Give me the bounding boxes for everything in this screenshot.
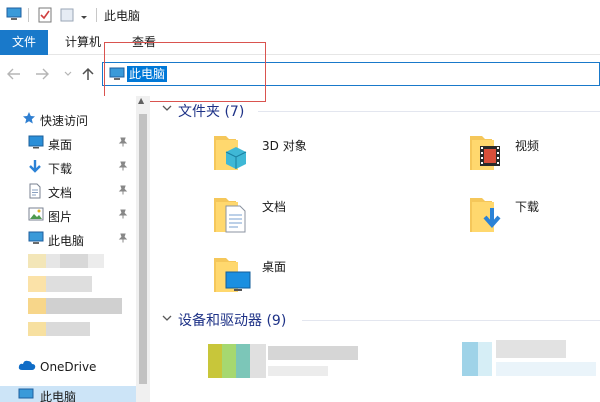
separator xyxy=(28,8,29,22)
obscured-drive-item[interactable] xyxy=(208,342,368,382)
folders-group-header[interactable]: 文件夹 (7) xyxy=(178,101,244,121)
desktop-folder-icon xyxy=(214,258,251,292)
recent-locations-chevron-icon[interactable] xyxy=(60,66,76,82)
sidebar-item-label: OneDrive xyxy=(40,360,97,374)
3d-objects-folder-icon xyxy=(214,136,247,170)
navigation-pane: 快速访问 桌面 下载 文档 图片 此电脑 OneDrive 此电脑 xyxy=(0,96,150,402)
scroll-up-arrow-icon[interactable]: ▲ xyxy=(138,96,144,105)
sidebar-item-this-pc[interactable]: 此电脑 xyxy=(0,386,136,402)
sidebar-item-label: 图片 xyxy=(48,210,73,224)
address-path-text[interactable]: 此电脑 xyxy=(127,66,168,82)
sidebar-item-pictures[interactable]: 图片 xyxy=(0,204,136,226)
forward-arrow-icon[interactable] xyxy=(34,66,50,82)
pin-icon[interactable] xyxy=(118,209,128,222)
folder-videos[interactable] xyxy=(468,130,508,170)
folder-documents[interactable] xyxy=(212,192,252,233)
obscured-drive-item[interactable] xyxy=(462,338,600,382)
this-pc-icon xyxy=(18,388,34,402)
pin-icon[interactable] xyxy=(118,161,128,174)
documents-folder-icon xyxy=(214,198,246,233)
collapse-chevron-icon[interactable] xyxy=(162,104,172,115)
pin-icon[interactable] xyxy=(118,185,128,198)
folder-label: 文档 xyxy=(262,200,287,214)
group-divider xyxy=(302,320,600,321)
videos-folder-icon xyxy=(470,136,500,170)
tab-file[interactable]: 文件 xyxy=(0,30,48,55)
desktop-icon xyxy=(28,135,44,151)
folder-desktop[interactable] xyxy=(212,252,252,292)
tab-computer[interactable]: 计算机 xyxy=(54,30,112,55)
pictures-icon xyxy=(28,207,44,223)
this-pc-icon xyxy=(28,231,44,247)
ribbon: 文件 计算机 查看 xyxy=(0,30,600,55)
back-arrow-icon[interactable] xyxy=(6,66,22,82)
obscured-sidebar-items xyxy=(28,250,124,346)
quick-access-dropdown-icon[interactable] xyxy=(80,10,88,24)
group-divider xyxy=(258,111,600,112)
sidebar-item-label: 此电脑 xyxy=(40,390,77,402)
new-folder-icon[interactable] xyxy=(60,7,74,26)
downloads-folder-icon xyxy=(470,198,501,232)
onedrive-cloud-icon xyxy=(18,359,36,375)
folder-label: 桌面 xyxy=(262,260,287,274)
sidebar-item-quick-access[interactable]: 快速访问 xyxy=(0,108,136,130)
sidebar-item-onedrive[interactable]: OneDrive xyxy=(0,356,136,378)
devices-group-header[interactable]: 设备和驱动器 (9) xyxy=(178,310,286,330)
up-arrow-icon[interactable] xyxy=(80,66,96,82)
star-icon xyxy=(22,111,38,127)
sidebar-item-desktop[interactable]: 桌面 xyxy=(0,132,136,154)
window-title: 此电脑 xyxy=(104,9,141,23)
pin-icon[interactable] xyxy=(118,137,128,150)
this-pc-icon xyxy=(109,67,125,84)
sidebar-item-label: 此电脑 xyxy=(48,234,85,248)
sidebar-item-label: 桌面 xyxy=(48,138,73,152)
documents-icon xyxy=(28,183,44,199)
folder-label: 视频 xyxy=(515,139,540,153)
sidebar-scrollbar-thumb[interactable] xyxy=(139,114,147,384)
download-icon xyxy=(28,159,44,175)
pin-icon[interactable] xyxy=(118,233,128,246)
collapse-chevron-icon[interactable] xyxy=(162,314,172,325)
title-bar: 此电脑 xyxy=(0,0,600,30)
sidebar-item-label: 文档 xyxy=(48,186,73,200)
this-pc-icon[interactable] xyxy=(6,7,22,24)
sidebar-item-label: 下载 xyxy=(48,162,73,176)
sidebar-item-label: 快速访问 xyxy=(40,114,89,128)
address-bar[interactable]: 此电脑 xyxy=(102,62,600,86)
properties-icon[interactable] xyxy=(38,7,52,26)
tab-view[interactable]: 查看 xyxy=(120,30,168,55)
sidebar-item-documents[interactable]: 文档 xyxy=(0,180,136,202)
folder-downloads[interactable] xyxy=(468,192,508,232)
folder-3d-objects[interactable] xyxy=(212,130,252,170)
sidebar-item-downloads[interactable]: 下载 xyxy=(0,156,136,178)
folder-label: 3D 对象 xyxy=(262,139,307,153)
folder-label: 下载 xyxy=(515,200,540,214)
separator xyxy=(96,8,97,22)
sidebar-item-this-pc-pinned[interactable]: 此电脑 xyxy=(0,228,136,250)
